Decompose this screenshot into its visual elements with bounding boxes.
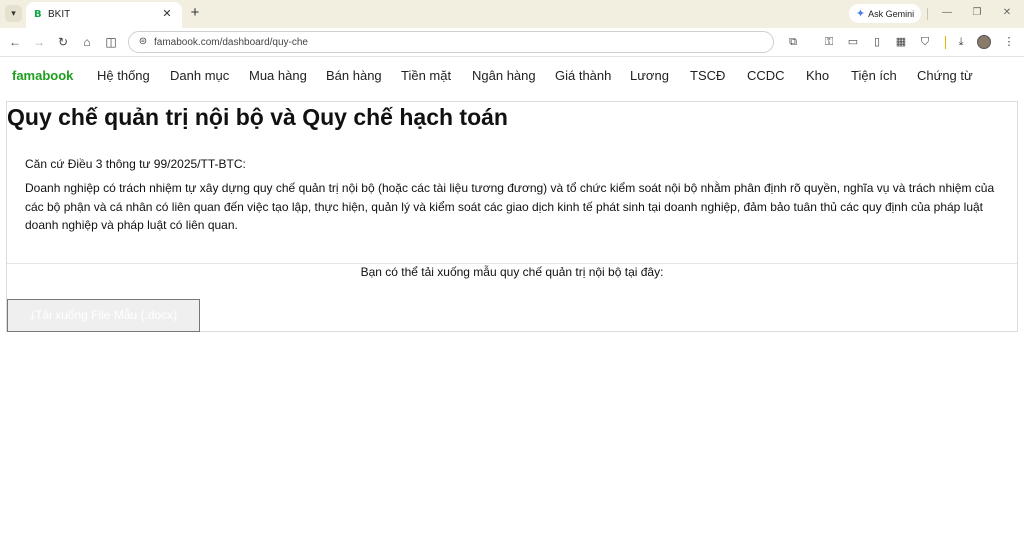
reading-mode-icon[interactable]: ▯ [869,34,885,50]
extensions-icon[interactable]: ⧉ [785,34,801,50]
tab-title: BKIT [48,9,71,20]
site-favicon-icon: B [34,9,42,20]
browser-tab[interactable]: B BKIT ✕ [26,2,182,28]
payment-card-icon[interactable]: ▭ [845,34,861,50]
menu-item-tscd[interactable]: TSCĐ [690,68,725,83]
split-view-icon[interactable]: ◫ [103,34,119,50]
tab-groups-icon[interactable]: ▦ [893,34,909,50]
menu-item-mua-hang[interactable]: Mua hàng [249,68,307,83]
browser-menu-icon[interactable]: ⋮ [1001,34,1017,50]
ask-gemini-label: Ask Gemini [868,8,915,19]
menu-item-gia-thanh[interactable]: Giá thành [555,68,611,83]
close-tab-icon[interactable]: ✕ [160,7,174,21]
toolbar-divider [945,36,946,49]
incognito-icon[interactable]: ⛉ [917,34,933,50]
profile-avatar[interactable] [977,35,991,49]
section-divider [7,263,1017,264]
forward-icon[interactable]: → [31,34,47,50]
menu-item-he-thong[interactable]: Hệ thống [97,68,150,83]
menu-item-ccdc[interactable]: CCDC [747,68,785,83]
window-close-icon[interactable]: ✕ [992,4,1022,22]
menu-item-luong[interactable]: Lương [630,68,669,83]
tab-list-icon[interactable]: ▾ [5,5,22,22]
menu-item-ban-hang[interactable]: Bán hàng [326,68,382,83]
ask-gemini-button[interactable]: ✦ Ask Gemini [849,4,921,23]
menu-item-ngan-hang[interactable]: Ngân hàng [472,68,536,83]
url-text[interactable]: famabook.com/dashboard/quy-che [154,37,308,49]
content-card: Quy chế quản trị nội bộ và Quy chế hạch … [6,101,1018,332]
site-info-icon[interactable]: ⊜ [136,35,150,49]
reload-icon[interactable]: ↻ [55,34,71,50]
menu-item-danh-muc[interactable]: Danh mục [170,68,229,83]
back-icon[interactable]: ← [7,34,23,50]
home-icon[interactable]: ⌂ [79,34,95,50]
address-bar[interactable]: ⊜ famabook.com/dashboard/quy-che [128,31,774,53]
menu-item-chung-tu[interactable]: Chứng từ [917,68,973,83]
gemini-icon: ✦ [855,8,866,20]
brand-logo[interactable]: famabook [12,68,73,83]
download-icon[interactable]: ⤓ [953,34,969,50]
download-template-button[interactable]: ⤓Tải xuống File Mẫu (.docx) [7,299,200,332]
browser-toolbar: ← → ↻ ⌂ ◫ ⊜ famabook.com/dashboard/quy-c… [0,28,1024,57]
tab-strip-divider [927,8,928,20]
app-navbar: famabook Hệ thống Danh mục Mua hàng Bán … [0,57,1024,95]
menu-item-tien-mat[interactable]: Tiền mặt [401,68,451,83]
password-key-icon[interactable]: ⚿ [821,34,837,50]
browser-tab-strip: ▾ B BKIT ✕ + ✦ Ask Gemini — ❐ ✕ [0,0,1024,28]
page-title: Quy chế quản trị nội bộ và Quy chế hạch … [7,104,508,130]
download-hint-text: Bạn có thể tải xuống mẫu quy chế quản tr… [360,265,664,279]
minimize-icon[interactable]: — [932,4,962,22]
legal-basis-text: Căn cứ Điều 3 thông tư 99/2025/TT-BTC: [25,157,246,171]
menu-item-tien-ich[interactable]: Tiện ích [851,68,897,83]
body-paragraph: Doanh nghiệp có trách nhiệm tự xây dựng … [25,181,995,232]
menu-item-kho[interactable]: Kho [806,68,829,83]
restore-icon[interactable]: ❐ [962,4,992,22]
new-tab-icon[interactable]: + [187,5,203,21]
